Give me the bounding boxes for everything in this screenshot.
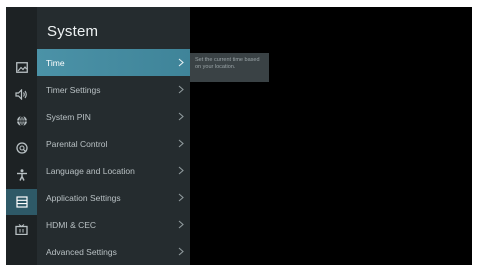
chevron-right-icon (178, 85, 184, 94)
menu-item-application-settings[interactable]: Application Settings (37, 184, 190, 211)
menu-item-label: Parental Control (46, 138, 108, 149)
tv-support-icon[interactable] (6, 216, 37, 242)
menu-item-tooltip: Set the current time based on your locat… (190, 53, 269, 82)
chevron-right-icon (178, 58, 184, 67)
network-icon[interactable] (6, 108, 37, 134)
menu-item-label: Time (46, 57, 65, 68)
panel-title: System (47, 23, 99, 40)
menu-item-parental-control[interactable]: Parental Control (37, 130, 190, 157)
menu-item-advanced-settings[interactable]: Advanced Settings (37, 238, 190, 265)
chevron-right-icon (178, 112, 184, 121)
menu-item-timer-settings[interactable]: Timer Settings (37, 76, 190, 103)
menu-item-system-pin[interactable]: System PIN (37, 103, 190, 130)
picture-icon[interactable] (6, 54, 37, 80)
menu-item-label: System PIN (46, 111, 91, 122)
menu-item-hdmi-cec[interactable]: HDMI & CEC (37, 211, 190, 238)
menu-item-label: HDMI & CEC (46, 219, 97, 230)
chevron-right-icon (178, 193, 184, 202)
menu-item-label: Language and Location (46, 165, 135, 176)
system-icon[interactable] (6, 189, 37, 215)
category-rail (6, 7, 37, 265)
channels-icon[interactable] (6, 135, 37, 161)
chevron-right-icon (178, 220, 184, 229)
chevron-right-icon (178, 139, 184, 148)
tv-screen: System Time Timer Settings System PIN Pa… (6, 7, 472, 265)
menu-item-label: Advanced Settings (46, 246, 117, 257)
chevron-right-icon (178, 166, 184, 175)
chevron-right-icon (178, 247, 184, 256)
menu-item-label: Timer Settings (46, 84, 101, 95)
menu-item-time[interactable]: Time (37, 49, 190, 76)
system-settings-panel: System Time Timer Settings System PIN Pa… (37, 7, 190, 265)
accessibility-icon[interactable] (6, 162, 37, 188)
menu-item-language-and-location[interactable]: Language and Location (37, 157, 190, 184)
sound-icon[interactable] (6, 81, 37, 107)
menu-item-label: Application Settings (46, 192, 121, 203)
